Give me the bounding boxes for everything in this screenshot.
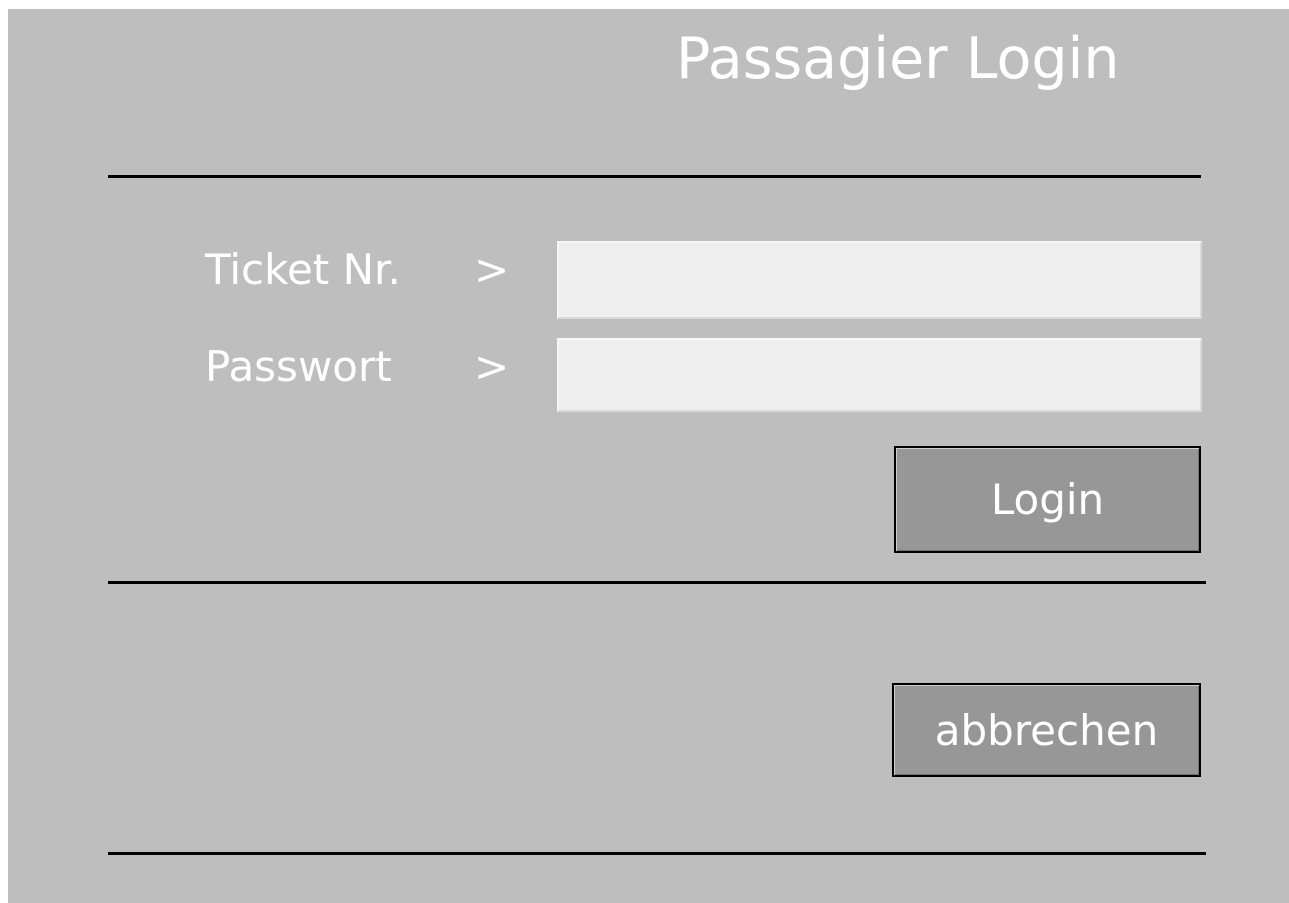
login-panel: Passagier Login Ticket Nr. > Passwort > … [8,9,1289,903]
cancel-button[interactable]: abbrechen [892,683,1201,777]
divider-bottom [108,852,1206,855]
password-arrow: > [474,342,510,391]
password-label: Passwort [205,342,392,391]
login-button[interactable]: Login [894,446,1201,553]
divider-top [108,175,1201,178]
ticket-number-label: Ticket Nr. [205,245,401,294]
password-input[interactable] [557,338,1202,412]
page-title: Passagier Login [676,26,1120,92]
ticket-number-input[interactable] [557,241,1202,319]
ticket-number-arrow: > [474,245,510,294]
divider-middle [108,581,1206,584]
